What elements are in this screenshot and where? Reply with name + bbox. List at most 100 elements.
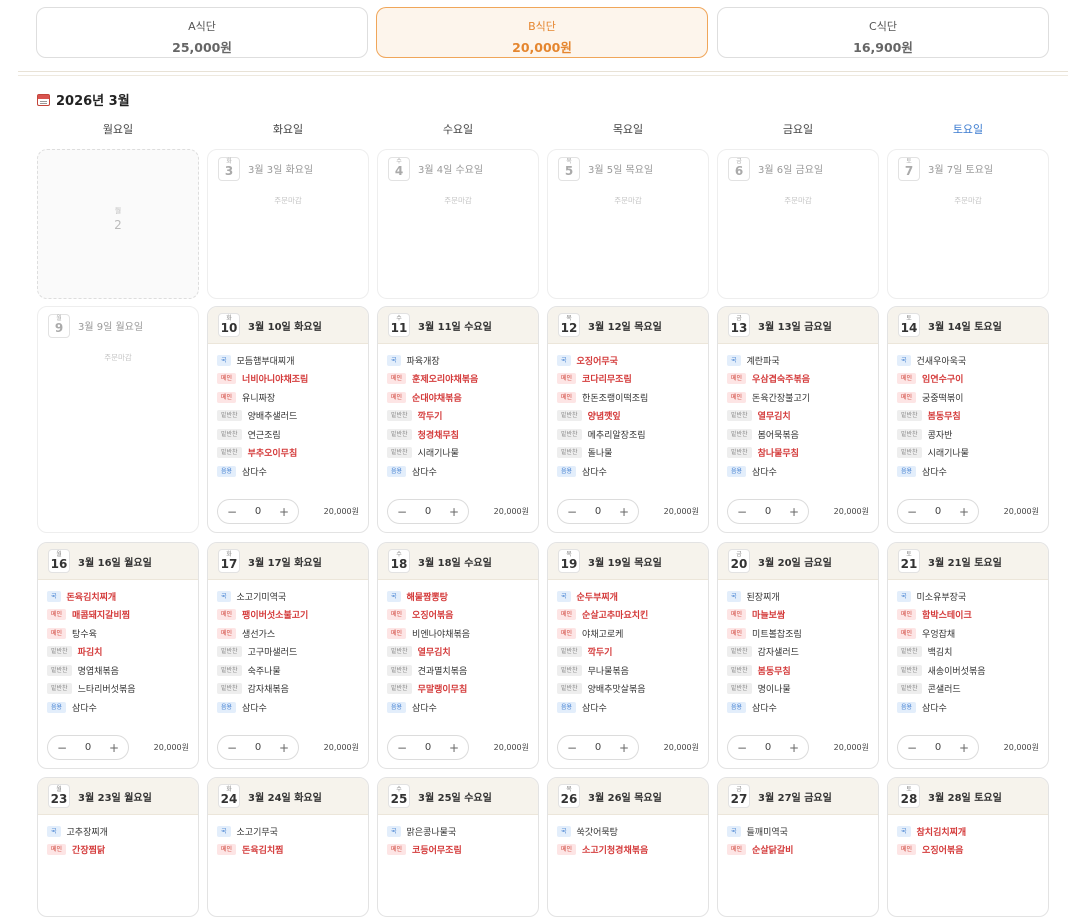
plus-button[interactable]: + <box>279 505 289 519</box>
quantity-stepper[interactable]: − 0 + <box>47 735 129 760</box>
plan-tab-c[interactable]: C식단 16,900원 <box>717 7 1049 58</box>
menu-item: 음용 삼다수 <box>897 462 1048 481</box>
day-card[interactable]: 금 20 3월 20일 금요일 국 된장찌개 메인 마늘보쌈 메인 미트볼찹조림 밑반찬 감자샐러드… <box>717 542 879 769</box>
menu-item-name: 맑은콩나물국 <box>406 827 457 838</box>
menu-item-name: 모듬햄부대찌개 <box>236 356 295 367</box>
day-card[interactable]: 토 28 3월 28일 토요일 국 참치김치찌개 메인 오징어볶음 <box>887 777 1049 917</box>
quantity-stepper[interactable]: − 0 + <box>387 499 469 524</box>
quantity-stepper[interactable]: − 0 + <box>727 735 809 760</box>
menu-item: 메인 훈제오리야채볶음 <box>387 370 538 389</box>
menu-tag-main: 메인 <box>727 391 747 403</box>
plus-button[interactable]: + <box>959 505 969 519</box>
day-card[interactable]: 금 27 3월 27일 금요일 국 들깨미역국 메인 순살닭갈비 <box>717 777 879 917</box>
minus-button[interactable]: − <box>567 741 577 755</box>
menu-item-name: 한돈조랭이떡조림 <box>582 393 649 404</box>
menu-item: 국 돈육김치찌개 <box>47 587 198 606</box>
day-label: 3월 4일 수요일 <box>418 165 484 176</box>
menu-item: 음용 삼다수 <box>47 698 198 717</box>
plus-button[interactable]: + <box>789 505 799 519</box>
minus-button[interactable]: − <box>737 505 747 519</box>
plus-button[interactable]: + <box>959 741 969 755</box>
plus-button[interactable]: + <box>109 741 119 755</box>
order-footer: − 0 +20,000원 <box>217 498 359 525</box>
menu-item: 국 참치김치찌개 <box>897 822 1048 841</box>
quantity-stepper[interactable]: − 0 + <box>387 735 469 760</box>
menu-item: 밑반찬 느타리버섯볶음 <box>47 680 198 699</box>
minus-button[interactable]: − <box>227 505 237 519</box>
minus-button[interactable]: − <box>227 741 237 755</box>
menu-tag-drink: 음용 <box>387 701 407 713</box>
minus-button[interactable]: − <box>907 741 917 755</box>
minus-button[interactable]: − <box>397 741 407 755</box>
day-card[interactable]: 목 26 3월 26일 목요일 국 쑥갓어묵탕 메인 소고기청경채볶음 <box>547 777 709 917</box>
menu-tag-soup: 국 <box>217 590 231 602</box>
plus-button[interactable]: + <box>619 741 629 755</box>
day-header: 금 20 3월 20일 금요일 <box>718 543 878 580</box>
day-number: 7 <box>904 164 914 178</box>
plus-button[interactable]: + <box>279 741 289 755</box>
plan-tab-a[interactable]: A식단 25,000원 <box>36 7 368 58</box>
day-card[interactable]: 월 23 3월 23일 월요일 국 고추장찌개 메인 간장찜닭 <box>37 777 199 917</box>
day-card[interactable]: 금 13 3월 13일 금요일 국 계란파국 메인 우삼겹숙주볶음 메인 돈육간장불고기 밑반찬 열… <box>717 306 879 533</box>
day-card[interactable]: 토 14 3월 14일 토요일 국 건새우아욱국 메인 임연수구이 메인 궁중떡볶이 밑반찬 봄동무… <box>887 306 1049 533</box>
day-card[interactable]: 목 19 3월 19일 목요일 국 순두부찌개 메인 순살고추마요치킨 메인 야채고로케 밑반찬 깍… <box>547 542 709 769</box>
menu-list: 국 건새우아욱국 메인 임연수구이 메인 궁중떡볶이 밑반찬 봄동무침 밑반찬 콩자반 밑반찬 시래기… <box>888 344 1048 481</box>
plan-selector: A식단 25,000원 B식단 20,000원 C식단 16,900원 <box>36 7 1050 60</box>
day-label: 3월 7일 토요일 <box>928 165 994 176</box>
day-card[interactable]: 수 11 3월 11일 수요일 국 파육개장 메인 훈제오리야채볶음 메인 순대야채볶음 밑반찬 깍… <box>377 306 539 533</box>
menu-item: 밑반찬 참나물무침 <box>727 444 878 463</box>
quantity-stepper[interactable]: − 0 + <box>897 499 979 524</box>
minus-button[interactable]: − <box>907 505 917 519</box>
menu-item-name: 삼다수 <box>922 703 947 714</box>
minus-button[interactable]: − <box>57 741 67 755</box>
quantity-stepper[interactable]: − 0 + <box>217 735 299 760</box>
day-card[interactable]: 수 18 3월 18일 수요일 국 해물짬뽕탕 메인 오징어볶음 메인 비엔나야채볶음 밑반찬 열무… <box>377 542 539 769</box>
quantity-stepper[interactable]: − 0 + <box>897 735 979 760</box>
menu-tag-side: 밑반찬 <box>217 428 242 440</box>
menu-item-name: 삼다수 <box>922 467 947 478</box>
day-label: 3월 20일 금요일 <box>758 557 832 569</box>
plus-button[interactable]: + <box>789 741 799 755</box>
plus-button[interactable]: + <box>619 505 629 519</box>
day-card[interactable]: 수 25 3월 25일 수요일 국 맑은콩나물국 메인 코등어무조림 <box>377 777 539 917</box>
day-card[interactable]: 화 17 3월 17일 화요일 국 소고기미역국 메인 팽이버섯소불고기 메인 생선가스 밑반찬 고… <box>207 542 369 769</box>
day-card[interactable]: 화 24 3월 24일 화요일 국 소고기무국 메인 돈육김치찜 <box>207 777 369 917</box>
menu-item-name: 너비아니야채조림 <box>242 375 309 386</box>
day-card[interactable]: 토 21 3월 21일 토요일 국 미소유부장국 메인 함박스테이크 메인 우엉잡채 밑반찬 백김치… <box>887 542 1049 769</box>
menu-tag-main: 메인 <box>387 373 407 385</box>
plan-tab-b[interactable]: B식단 20,000원 <box>376 7 708 58</box>
menu-item: 국 고추장찌개 <box>47 822 198 841</box>
menu-item-name: 파육개장 <box>406 356 440 367</box>
quantity-stepper[interactable]: − 0 + <box>217 499 299 524</box>
menu-item-name: 느타리버섯볶음 <box>77 685 136 696</box>
plus-button[interactable]: + <box>449 505 459 519</box>
menu-item: 메인 비엔나야채볶음 <box>387 624 538 643</box>
day-card[interactable]: 목 12 3월 12일 목요일 국 오징어무국 메인 코다리무조림 메인 한돈조랭이떡조림 밑반찬… <box>547 306 709 533</box>
order-footer: − 0 +20,000원 <box>727 734 869 761</box>
quantity-stepper[interactable]: − 0 + <box>727 499 809 524</box>
menu-item-name: 무말랭이무침 <box>417 685 468 696</box>
quantity-stepper[interactable]: − 0 + <box>557 499 639 524</box>
day-header: 화 10 3월 10일 화요일 <box>208 307 368 344</box>
quantity-stepper[interactable]: − 0 + <box>557 735 639 760</box>
menu-item: 메인 궁중떡볶이 <box>897 388 1048 407</box>
day-header: 화 24 3월 24일 화요일 <box>208 778 368 815</box>
minus-button[interactable]: − <box>737 741 747 755</box>
menu-item-name: 매콤돼지갈비찜 <box>72 611 131 622</box>
menu-item: 메인 오징어볶음 <box>387 606 538 625</box>
menu-item-name: 삼다수 <box>752 703 777 714</box>
weekday-label: 목요일 <box>612 123 644 136</box>
menu-item-name: 우엉잡채 <box>922 629 956 640</box>
menu-item: 밑반찬 청경채무침 <box>387 425 538 444</box>
date-badge: 토7 <box>898 156 920 181</box>
day-card[interactable]: 화 10 3월 10일 화요일 국 모듬햄부대찌개 메인 너비아니야채조림 메인 유니짜장 밑반찬… <box>207 306 369 533</box>
quantity-value: 0 <box>84 742 92 753</box>
menu-item-name: 돈육간장불고기 <box>752 393 811 404</box>
day-card[interactable]: 월 16 3월 16일 월요일 국 돈육김치찌개 메인 매콤돼지갈비찜 메인 탕수육 밑반찬 파김치… <box>37 542 199 769</box>
menu-item-name: 명엽채볶음 <box>77 666 119 677</box>
minus-button[interactable]: − <box>567 505 577 519</box>
menu-item-name: 돈육김치찌개 <box>66 592 117 603</box>
menu-tag-soup: 국 <box>217 354 231 366</box>
plus-button[interactable]: + <box>449 741 459 755</box>
minus-button[interactable]: − <box>397 505 407 519</box>
